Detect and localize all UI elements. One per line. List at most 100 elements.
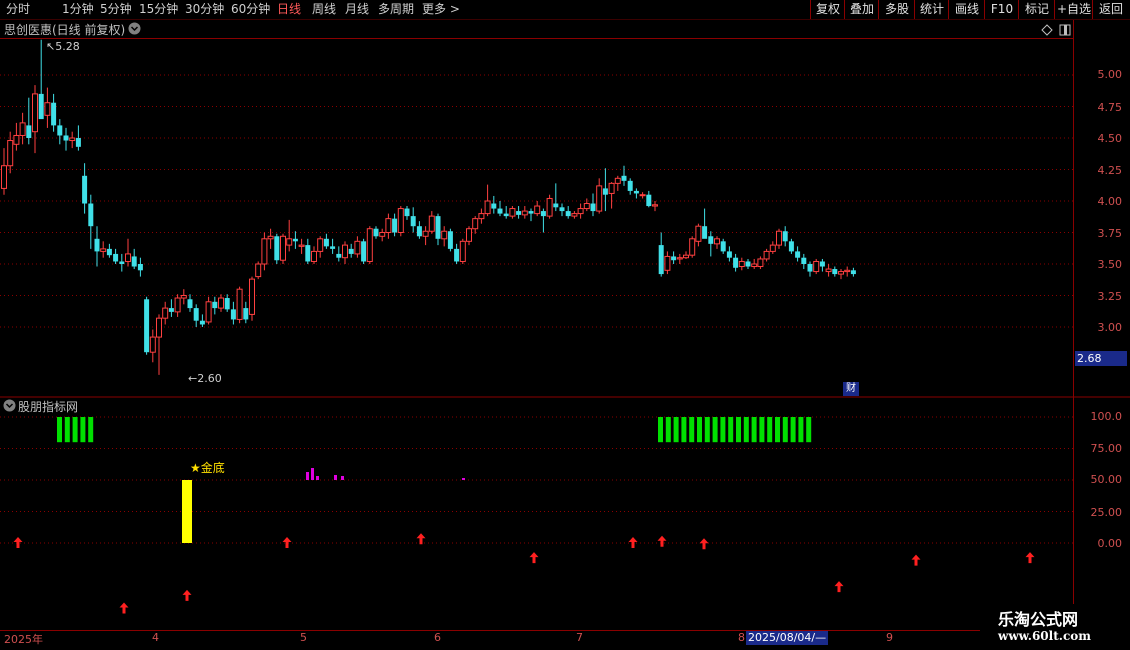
candle-body (553, 203, 559, 208)
candle-body (280, 235, 286, 261)
cursor-date-badge: 2025/08/04/— (746, 631, 829, 645)
date-tick: 2025年 (4, 633, 43, 646)
candle-body (261, 238, 268, 265)
candle-body (131, 256, 137, 267)
green-signal-bar (697, 417, 702, 443)
chart-frame (0, 20, 1130, 631)
candle-body (249, 278, 255, 315)
green-signal-bar (80, 417, 86, 443)
candle-body (546, 197, 553, 217)
candle-body (292, 238, 298, 242)
watermark-title: 乐淘公式网 (998, 610, 1079, 629)
candle-body (769, 244, 776, 252)
price-tick: 3.75 (1097, 227, 1123, 240)
candle-body (274, 236, 280, 261)
indicator-tick: 0.00 (1097, 537, 1123, 550)
green-signal-bar (759, 417, 765, 443)
candle-body (199, 320, 205, 325)
candle-body (844, 269, 851, 273)
candle-body (404, 208, 410, 217)
candle-body (267, 235, 274, 240)
magenta-signal-mark (334, 475, 337, 480)
green-signal-bar (681, 417, 687, 443)
low-price-label: ←2.60 (188, 372, 222, 385)
green-signal-bar (767, 417, 773, 443)
candle-body (218, 297, 224, 309)
price-tick: 5.00 (1097, 68, 1123, 81)
indicator-tick: 25.00 (1090, 506, 1123, 519)
candle-body (69, 137, 76, 142)
buy-arrow-icon (182, 589, 192, 601)
candle-body (646, 194, 652, 207)
candle-body (385, 218, 392, 233)
candle-body (565, 211, 571, 217)
buy-arrow-icon (1025, 552, 1035, 564)
candle-body (348, 248, 354, 254)
candle-body (354, 240, 361, 255)
golden-bottom-label: ★金底 (190, 461, 225, 475)
candle-body (491, 203, 497, 209)
candle-body (286, 238, 293, 246)
candle-body (119, 261, 125, 264)
chevron-down-icon[interactable] (3, 399, 16, 412)
candle-body (776, 230, 782, 246)
candle-body (447, 231, 453, 249)
green-signal-bar (665, 417, 671, 443)
candle-body (838, 271, 844, 275)
candle-body (100, 248, 107, 252)
candle-body (472, 218, 479, 230)
green-signal-bar (64, 417, 70, 443)
candle-body (478, 213, 485, 220)
buy-arrow-icon (699, 538, 709, 550)
green-signal-bar (728, 417, 734, 443)
date-tick: 9 (886, 631, 893, 644)
indicator-tick: 50.00 (1090, 473, 1123, 486)
candle-body (720, 241, 726, 252)
candle-body (733, 257, 739, 268)
candle-body (44, 102, 51, 116)
price-chart[interactable] (0, 0, 1130, 650)
green-signal-bar (673, 417, 679, 443)
green-signal-bar (790, 417, 796, 443)
candle-body (88, 203, 94, 227)
candle-body (757, 258, 764, 268)
price-tick: 4.75 (1097, 101, 1123, 114)
candle-body (392, 218, 398, 233)
candle-body (75, 138, 81, 147)
candle-body (708, 236, 714, 244)
candle-body (751, 263, 758, 268)
candle-body (528, 211, 534, 214)
candle-body (243, 308, 249, 320)
candle-body (664, 255, 671, 271)
candle-body (379, 232, 386, 237)
green-signal-bar (689, 417, 695, 443)
green-signal-bar (704, 417, 710, 443)
candle-body (503, 213, 509, 217)
candle-body (144, 299, 150, 353)
candle-body (801, 257, 807, 264)
green-signal-bar (806, 417, 812, 443)
candle-body (484, 200, 491, 215)
candle-body (633, 190, 639, 194)
candle-body (596, 185, 603, 212)
finance-badge[interactable]: 财 (843, 382, 859, 396)
candle-body (454, 248, 460, 262)
buy-arrow-icon (119, 602, 129, 614)
candle-body (428, 215, 435, 232)
current-price-badge: 2.68 (1075, 351, 1127, 366)
chevron-down-icon[interactable] (128, 22, 141, 35)
yellow-signal-bar (182, 480, 192, 543)
candle-body (441, 230, 448, 240)
candle-body (590, 203, 596, 212)
high-price-label: ↖5.28 (46, 40, 80, 53)
window-controls (1041, 24, 1071, 36)
candle-body (125, 253, 131, 262)
date-tick: 7 (576, 631, 583, 644)
price-tick: 3.00 (1097, 321, 1123, 334)
price-tick: 4.25 (1097, 164, 1123, 177)
candle-body (94, 238, 100, 252)
candle-body (361, 241, 367, 262)
candle-body (366, 228, 373, 262)
candle-body (224, 298, 230, 310)
diamond-icon (1041, 24, 1053, 36)
